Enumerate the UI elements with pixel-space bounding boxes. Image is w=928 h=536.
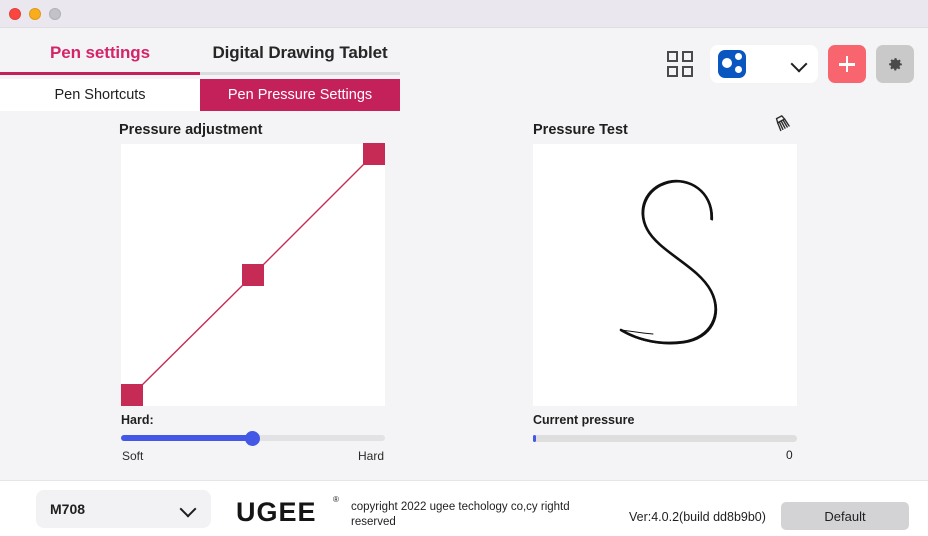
hardness-label: Hard: [121, 413, 154, 427]
clear-canvas-button[interactable] [772, 112, 794, 134]
slider-soft-label: Soft [122, 449, 144, 463]
curve-handle-end[interactable] [363, 143, 385, 165]
slider-hard-label: Hard [358, 449, 385, 463]
device-dropdown[interactable]: M708 [36, 490, 211, 528]
tab-pen-pressure-settings-label: Pen Pressure Settings [227, 87, 373, 103]
tab-pen-settings[interactable]: Pen settings [0, 28, 200, 78]
add-button[interactable] [828, 45, 866, 83]
tab-digital-drawing-tablet[interactable]: Digital Drawing Tablet [200, 28, 400, 78]
current-pressure-value: 0 [786, 448, 793, 462]
default-button[interactable]: Default [781, 502, 909, 530]
hardness-slider-thumb[interactable] [245, 430, 260, 446]
minimize-button[interactable] [29, 8, 41, 20]
tab-active-underline [0, 72, 200, 75]
tab-pen-shortcuts[interactable]: Pen Shortcuts [0, 79, 200, 111]
current-pressure-meter-fill [533, 435, 536, 442]
gear-icon [888, 57, 902, 70]
copyright-text: copyright 2022 ugee techology co,cy righ… [351, 501, 570, 528]
default-button-label: Default [824, 508, 866, 524]
version-text: Ver:4.0.2(build dd8b9b0) [629, 510, 766, 524]
pressure-test-title: Pressure Test [533, 122, 628, 138]
app-window: Pen settings Digital Drawing Tablet Pen … [0, 0, 928, 536]
broom-clear-icon [775, 114, 790, 132]
device-dropdown-label: M708 [50, 501, 86, 517]
tab-inactive-underline [200, 72, 400, 75]
pressure-adjustment-title: Pressure adjustment [119, 122, 263, 138]
window-controls [9, 8, 61, 20]
ugee-logo: UGEE [236, 497, 317, 527]
titlebar [0, 0, 928, 28]
tab-pen-pressure-settings[interactable]: Pen Pressure Settings [200, 79, 400, 111]
hardness-slider-fill [121, 435, 253, 441]
tab-pen-shortcuts-label: Pen Shortcuts [54, 87, 146, 103]
device-selector[interactable] [710, 45, 818, 83]
pressure-test-drawing [619, 179, 718, 345]
current-pressure-label: Current pressure [533, 413, 635, 427]
current-pressure-meter [533, 435, 797, 442]
chevron-down-icon [793, 58, 806, 71]
settings-button[interactable] [876, 45, 914, 83]
curve-handle-start[interactable] [121, 384, 143, 406]
curve-handle-middle[interactable] [242, 264, 264, 286]
ugee-registered-mark: ® [333, 495, 339, 504]
maximize-button[interactable] [49, 8, 61, 20]
close-button[interactable] [9, 8, 21, 20]
tab-pen-settings-label: Pen settings [50, 43, 150, 62]
device-dots-icon [718, 50, 746, 78]
tab-digital-drawing-tablet-label: Digital Drawing Tablet [212, 43, 388, 62]
grid-icon [667, 51, 693, 77]
top-toolbar [658, 42, 914, 86]
grid-view-button[interactable] [658, 42, 702, 86]
pressure-test-canvas[interactable] [533, 144, 797, 406]
chevron-down-icon [182, 503, 195, 516]
secondary-tabbar: Pen Shortcuts Pen Pressure Settings [0, 79, 400, 111]
